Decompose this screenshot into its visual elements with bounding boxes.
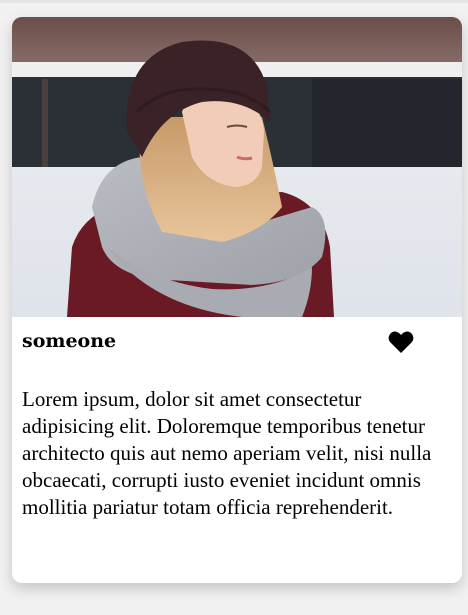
- post-username: someone: [22, 330, 117, 352]
- heart-icon: [388, 331, 414, 353]
- like-button[interactable]: [388, 330, 414, 354]
- top-divider: [0, 0, 468, 3]
- post-photo: [12, 17, 462, 317]
- post-description: Lorem ipsum, dolor sit amet consectetur …: [22, 387, 432, 519]
